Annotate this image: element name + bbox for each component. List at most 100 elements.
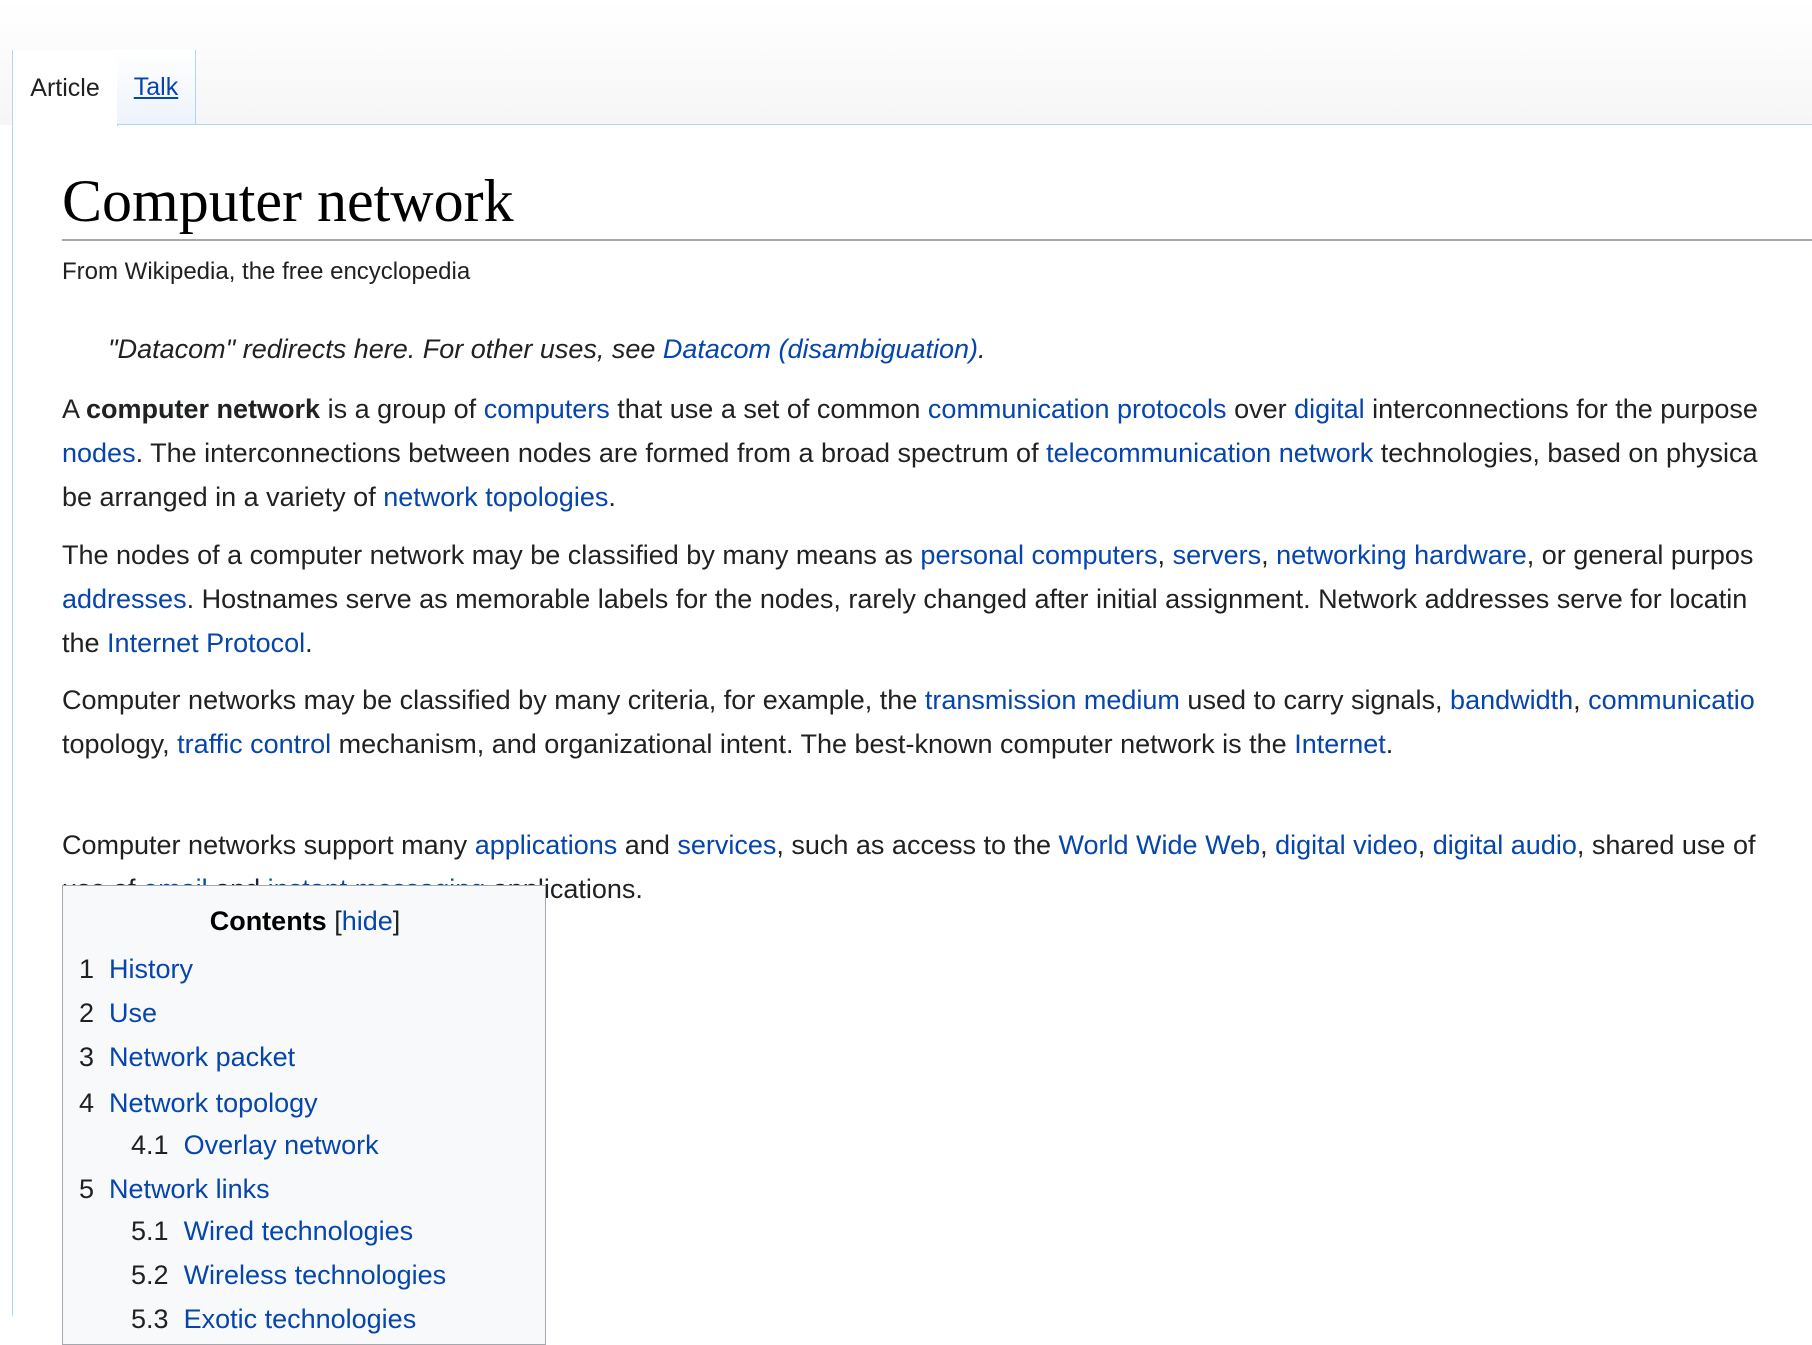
tab-article-label: Article [30, 73, 100, 102]
toc-number: 3 [79, 1042, 95, 1072]
paragraph-intro: A computer network is a group of compute… [62, 387, 1812, 519]
toc-item-exotic-technologies[interactable]: 5.3 Exotic technologies [131, 1304, 416, 1335]
link-network-topologies[interactable]: network topologies [383, 482, 608, 512]
text: topology, [62, 729, 178, 759]
toc-item-network-links[interactable]: 5 Network links [79, 1174, 270, 1205]
page-title: Computer network [62, 168, 514, 234]
text: . [608, 482, 616, 512]
paragraph-nodes: The nodes of a computer network may be c… [62, 533, 1812, 665]
toc-number: 4.1 [131, 1130, 169, 1160]
header-background [0, 0, 1812, 125]
hatnote-suffix: . [978, 334, 986, 364]
text: used to carry signals, [1179, 685, 1451, 715]
link-traffic-control[interactable]: traffic control [177, 729, 331, 759]
link-digital[interactable]: digital [1294, 394, 1365, 424]
tab-talk-label[interactable]: Talk [134, 73, 178, 102]
toc-number: 1 [79, 954, 95, 984]
toc-number: 4 [79, 1088, 95, 1118]
text: , [1157, 540, 1173, 570]
toc-label[interactable]: History [109, 954, 193, 984]
site-tagline: From Wikipedia, the free encyclopedia [62, 258, 471, 285]
text: . [305, 628, 313, 658]
text: , [1417, 830, 1433, 860]
text: Computer networks may be classified by m… [62, 685, 925, 715]
text: is a group of [320, 394, 484, 424]
text: , or general purpos [1526, 540, 1754, 570]
toc-item-wired-technologies[interactable]: 5.1 Wired technologies [131, 1216, 413, 1247]
text: Computer networks support many [62, 830, 475, 860]
content-left-border [12, 125, 13, 1316]
tabs-bottom-border [12, 124, 1812, 125]
paragraph-classification: Computer networks may be classified by m… [62, 678, 1812, 766]
hatnote: "Datacom" redirects here. For other uses… [108, 334, 986, 365]
link-nodes[interactable]: nodes [62, 438, 136, 468]
text: be arranged in a variety of [62, 482, 384, 512]
title-divider [62, 239, 1812, 241]
text: technologies, based on physica [1373, 438, 1758, 468]
text: , [1261, 540, 1277, 570]
link-addresses[interactable]: addresses [62, 584, 187, 614]
link-internet[interactable]: Internet [1294, 729, 1386, 759]
link-servers[interactable]: servers [1173, 540, 1262, 570]
text: , [1260, 830, 1276, 860]
toc-label[interactable]: Network packet [109, 1042, 295, 1072]
toc-bracket: ] [392, 906, 401, 936]
toc-item-wireless-technologies[interactable]: 5.2 Wireless technologies [131, 1260, 446, 1291]
text: and [617, 830, 678, 860]
toc-label[interactable]: Wired technologies [184, 1216, 414, 1246]
toc-label[interactable]: Overlay network [184, 1130, 379, 1160]
toc-label[interactable]: Network links [109, 1174, 270, 1204]
link-applications[interactable]: applications [475, 830, 618, 860]
link-datacom-disambiguation[interactable]: Datacom (disambiguation) [663, 334, 978, 364]
hatnote-text: "Datacom" redirects here. For other uses… [108, 334, 663, 364]
toc-label[interactable]: Exotic technologies [184, 1304, 417, 1334]
text: , [1573, 685, 1589, 715]
text: mechanism, and organizational intent. Th… [331, 729, 1295, 759]
toc-label[interactable]: Wireless technologies [184, 1260, 447, 1290]
link-bandwidth[interactable]: bandwidth [1450, 685, 1573, 715]
toc-item-overlay-network[interactable]: 4.1 Overlay network [131, 1130, 379, 1161]
toc-item-network-packet[interactable]: 3 Network packet [79, 1042, 295, 1073]
toc-label[interactable]: Network topology [109, 1088, 318, 1118]
tab-talk[interactable]: Talk [117, 50, 196, 124]
link-transmission-medium[interactable]: transmission medium [925, 685, 1180, 715]
link-world-wide-web[interactable]: World Wide Web [1059, 830, 1261, 860]
toc-title: Contents [209, 906, 327, 936]
toc-item-use[interactable]: 2 Use [79, 998, 157, 1029]
link-communication-protocols[interactable]: communication protocols [928, 394, 1227, 424]
toc-item-history[interactable]: 1 History [79, 954, 193, 985]
toc-hide-toggle[interactable]: hide [342, 906, 393, 936]
toc-number: 5.1 [131, 1216, 169, 1246]
text: the [62, 628, 108, 658]
text: that use a set of common [609, 394, 928, 424]
toc-number: 5 [79, 1174, 95, 1204]
link-digital-video[interactable]: digital video [1275, 830, 1418, 860]
toc-number: 5.2 [131, 1260, 169, 1290]
toc-item-network-topology[interactable]: 4 Network topology [79, 1088, 318, 1119]
toc-label[interactable]: Use [109, 998, 157, 1028]
text: interconnections for the purpose [1364, 394, 1758, 424]
toc-header: Contents [hide] [63, 906, 547, 937]
text: A [62, 394, 87, 424]
link-networking-hardware[interactable]: networking hardware [1276, 540, 1527, 570]
link-telecommunication-network[interactable]: telecommunication network [1046, 438, 1373, 468]
text: . Hostnames serve as memorable labels fo… [186, 584, 1748, 614]
link-computers[interactable]: computers [484, 394, 610, 424]
toc-number: 2 [79, 998, 95, 1028]
text: over [1226, 394, 1295, 424]
link-communication[interactable]: communicatio [1588, 685, 1755, 715]
text: . [1385, 729, 1394, 759]
link-digital-audio[interactable]: digital audio [1433, 830, 1577, 860]
bold-term: computer network [86, 394, 321, 424]
table-of-contents: Contents [hide] 1 History 2 Use 3 Networ… [62, 885, 546, 1345]
text: . The interconnections between nodes are… [135, 438, 1047, 468]
tab-article[interactable]: Article [12, 50, 118, 126]
link-services[interactable]: services [677, 830, 776, 860]
toc-number: 5.3 [131, 1304, 169, 1334]
text: The nodes of a computer network may be c… [62, 540, 921, 570]
text: , shared use of [1576, 830, 1756, 860]
text: , such as access to the [776, 830, 1059, 860]
toc-bracket: [ [334, 906, 342, 936]
link-personal-computers[interactable]: personal computers [920, 540, 1157, 570]
link-internet-protocol[interactable]: Internet Protocol [107, 628, 305, 658]
